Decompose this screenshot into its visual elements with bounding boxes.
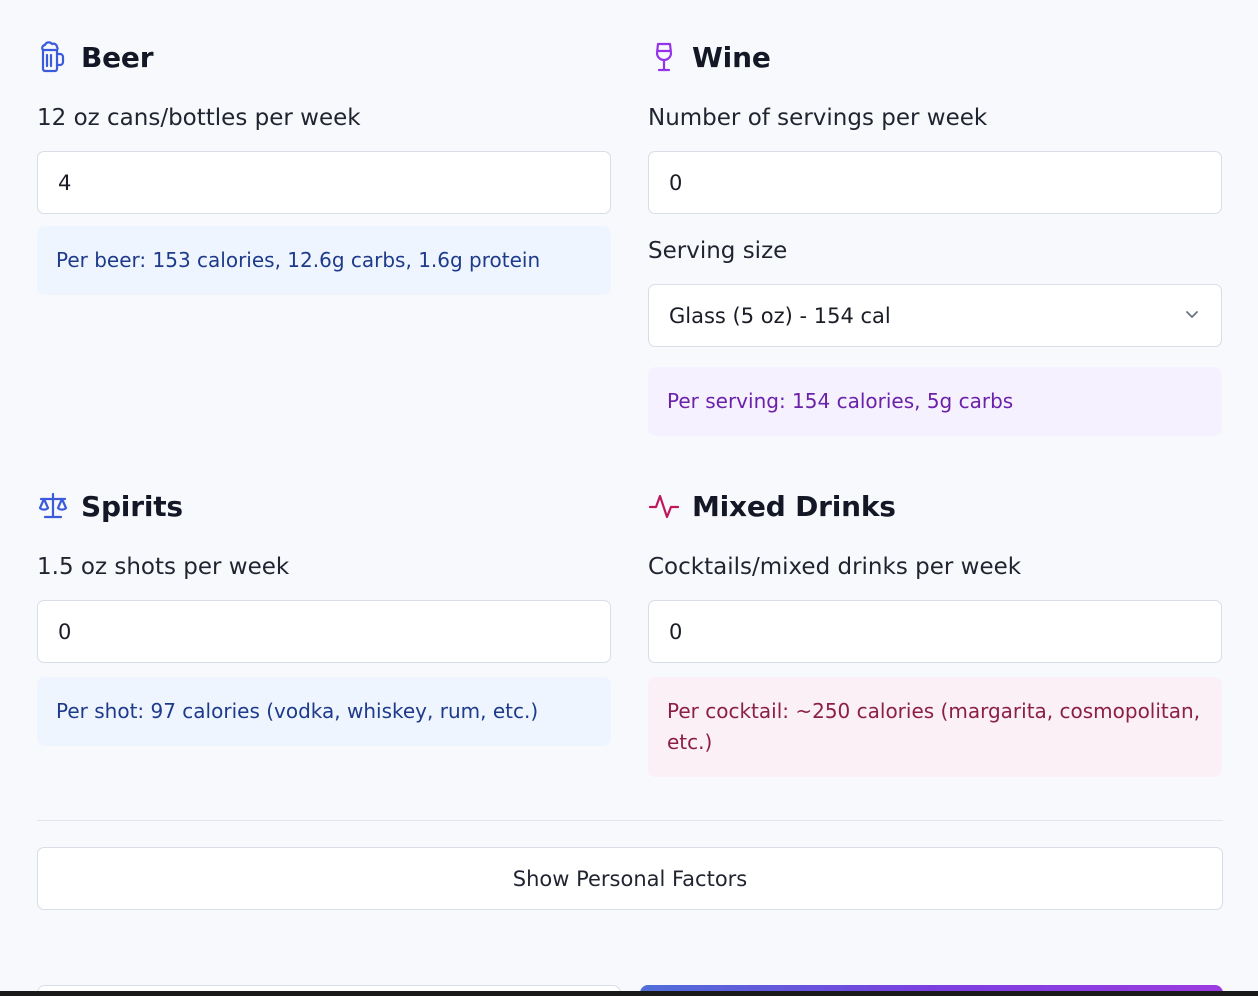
spirits-info-box: Per shot: 97 calories (vodka, whiskey, r… (37, 677, 611, 746)
wine-quantity-value: 0 (669, 170, 683, 195)
scale-icon (37, 490, 69, 522)
beer-mug-icon (37, 41, 69, 73)
beer-info-box: Per beer: 153 calories, 12.6g carbs, 1.6… (37, 226, 611, 295)
wine-glass-icon (648, 41, 680, 73)
mixed-drinks-title: Mixed Drinks (692, 489, 896, 523)
wine-serving-size-select[interactable]: Glass (5 oz) - 154 cal (648, 284, 1222, 347)
show-personal-factors-button[interactable]: Show Personal Factors (37, 847, 1223, 910)
mixed-drinks-info-box: Per cocktail: ~250 calories (margarita, … (648, 677, 1222, 777)
window-bottom-edge (0, 991, 1258, 996)
beer-title: Beer (81, 40, 154, 74)
spirits-quantity-label: 1.5 oz shots per week (37, 554, 290, 580)
show-personal-factors-label: Show Personal Factors (512, 866, 748, 891)
spirits-card: Spirits 1.5 oz shots per week 0 Per shot… (37, 486, 611, 746)
wine-serving-size-label: Serving size (648, 238, 788, 264)
mixed-drinks-quantity-value: 0 (669, 619, 683, 644)
mixed-drinks-card: Mixed Drinks Cocktails/mixed drinks per … (648, 486, 1222, 777)
mixed-drinks-info-text: Per cocktail: ~250 calories (margarita, … (667, 699, 1201, 754)
wine-quantity-label: Number of servings per week (648, 105, 988, 131)
spirits-info-text: Per shot: 97 calories (vodka, whiskey, r… (56, 699, 539, 723)
wine-info-box: Per serving: 154 calories, 5g carbs (648, 367, 1222, 436)
wine-title: Wine (692, 40, 771, 74)
mixed-drinks-quantity-label: Cocktails/mixed drinks per week (648, 554, 1022, 580)
beer-quantity-label: 12 oz cans/bottles per week (37, 105, 361, 131)
spirits-title: Spirits (81, 489, 183, 523)
beer-quantity-value: 4 (58, 170, 72, 195)
spirits-quantity-input[interactable]: 0 (37, 600, 611, 663)
wine-info-text: Per serving: 154 calories, 5g carbs (667, 389, 1014, 413)
drink-calculator-page: Beer 12 oz cans/bottles per week 4 Per b… (0, 0, 1258, 996)
spirits-quantity-value: 0 (58, 619, 72, 644)
mixed-drinks-quantity-input[interactable]: 0 (648, 600, 1222, 663)
wine-card: Wine Number of servings per week 0 Servi… (648, 37, 1222, 436)
wine-serving-size-value: Glass (5 oz) - 154 cal (669, 303, 891, 328)
activity-icon (648, 490, 680, 522)
chevron-down-icon (1183, 304, 1201, 328)
spirits-header: Spirits (37, 486, 611, 526)
wine-header: Wine (648, 37, 1222, 77)
beer-header: Beer (37, 37, 611, 77)
beer-card: Beer 12 oz cans/bottles per week 4 Per b… (37, 37, 611, 295)
beer-info-text: Per beer: 153 calories, 12.6g carbs, 1.6… (56, 248, 541, 272)
mixed-drinks-header: Mixed Drinks (648, 486, 1222, 526)
wine-quantity-input[interactable]: 0 (648, 151, 1222, 214)
section-divider (37, 820, 1223, 821)
beer-quantity-input[interactable]: 4 (37, 151, 611, 214)
